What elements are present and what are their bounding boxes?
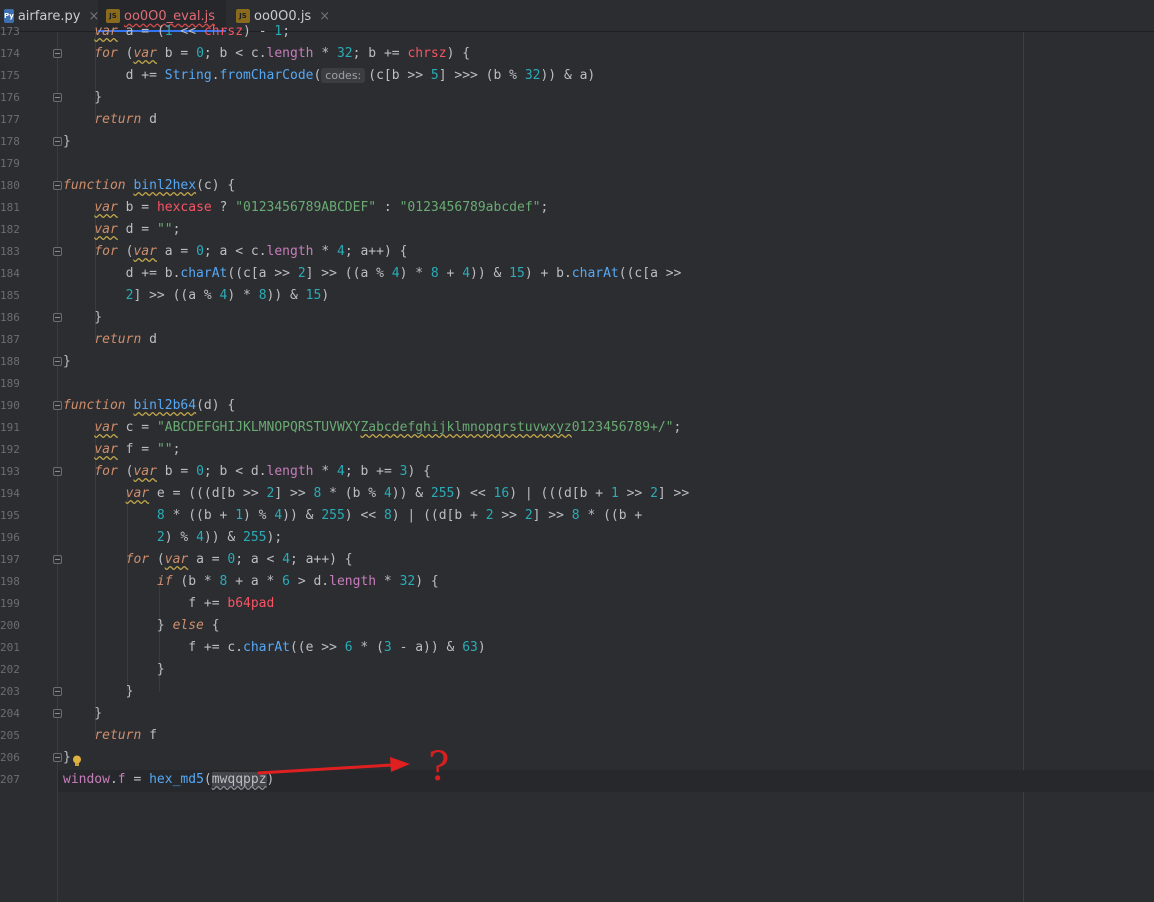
line-number: 193 — [0, 465, 20, 478]
code-text: return d — [94, 112, 157, 127]
fold-icon[interactable] — [53, 181, 62, 190]
line-number: 179 — [0, 157, 20, 170]
line-number: 190 — [0, 399, 20, 412]
code-text: } else { — [63, 618, 220, 633]
code-text: var d = ""; — [94, 222, 181, 237]
code-text: var f = ""; — [94, 442, 181, 457]
line-number: 187 — [0, 333, 20, 346]
line-number: 188 — [0, 355, 20, 368]
code-text: } — [63, 750, 71, 765]
code-text: function binl2hex(c) { — [63, 178, 236, 193]
line-number: 191 — [0, 421, 20, 434]
code-text: if (b * 8 + a * 6 > d.length * 32) { — [156, 574, 439, 589]
line-number: 189 — [0, 377, 20, 390]
code-text: window.f = hex_md5(mwqqppz) — [63, 772, 275, 787]
fold-icon[interactable] — [53, 357, 62, 366]
code-text: } — [63, 354, 71, 369]
fold-icon[interactable] — [53, 709, 62, 718]
line-number: 181 — [0, 201, 20, 214]
code-text: for (var a = 0; a < c.length * 4; a++) { — [94, 244, 408, 259]
lightbulb-icon[interactable] — [72, 755, 82, 767]
line-number: 206 — [0, 751, 20, 764]
code-text: 2) % 4)) & 255); — [156, 530, 283, 545]
fold-icon[interactable] — [53, 555, 62, 564]
code-text: d += String.fromCharCode(codes: (c[b >> 5… — [63, 68, 596, 83]
fold-icon[interactable] — [53, 467, 62, 476]
line-number: 176 — [0, 91, 20, 104]
line-number: 178 — [0, 135, 20, 148]
line-number: 175 — [0, 69, 20, 82]
line-number: 194 — [0, 487, 20, 500]
code-text: for (var b = 0; b < c.length * 32; b += … — [94, 46, 471, 61]
line-number: 186 — [0, 311, 20, 324]
parameter-hint: codes: — [321, 68, 366, 83]
line-number: 201 — [0, 641, 20, 654]
code-text: var b = hexcase ? "0123456789ABCDEF" : "… — [94, 200, 549, 215]
line-number: 205 — [0, 729, 20, 742]
code-text: } — [63, 90, 103, 105]
line-number: 182 — [0, 223, 20, 236]
line-number: 197 — [0, 553, 20, 566]
code-text: } — [63, 662, 165, 677]
fold-icon[interactable] — [53, 137, 62, 146]
fold-icon[interactable] — [53, 93, 62, 102]
code-text: } — [63, 706, 103, 721]
fold-icon[interactable] — [53, 313, 62, 322]
fold-icon[interactable] — [53, 49, 62, 58]
code-text: var c = "ABCDEFGHIJKLMNOPQRSTUVWXYZabcde… — [94, 420, 682, 435]
code-text: f += b64pad — [63, 596, 275, 611]
line-number: 192 — [0, 443, 20, 456]
line-number: 202 — [0, 663, 20, 676]
line-number: 180 — [0, 179, 20, 192]
line-number: 200 — [0, 619, 20, 632]
close-icon[interactable]: × — [319, 9, 330, 24]
code-text: f += c.charAt((e >> 6 * (3 - a)) & 63) — [63, 640, 486, 655]
code-text: d += b.charAt((c[a >> 2] >> ((a % 4) * 8… — [63, 266, 682, 281]
line-number: 196 — [0, 531, 20, 544]
fold-icon[interactable] — [53, 247, 62, 256]
code-editor[interactable]: 173 var a = (1 << chrsz) - 1; 174 for (v… — [0, 24, 1154, 902]
line-number: 207 — [0, 773, 20, 786]
line-number: 174 — [0, 47, 20, 60]
code-text: } — [63, 684, 134, 699]
line-number: 184 — [0, 267, 20, 280]
line-number: 195 — [0, 509, 20, 522]
line-number: 185 — [0, 289, 20, 302]
fold-icon[interactable] — [53, 753, 62, 762]
code-text: for (var b = 0; b < d.length * 4; b += 3… — [94, 464, 431, 479]
fold-icon[interactable] — [53, 401, 62, 410]
fold-icon[interactable] — [53, 687, 62, 696]
code-text: 2] >> ((a % 4) * 8)) & 15) — [125, 288, 330, 303]
line-number: 198 — [0, 575, 20, 588]
line-number: 199 — [0, 597, 20, 610]
line-number: 204 — [0, 707, 20, 720]
code-text: } — [63, 310, 103, 325]
line-number: 173 — [0, 25, 20, 38]
code-text: var e = (((d[b >> 2] >> 8 * (b % 4)) & 2… — [125, 486, 690, 501]
line-number: 183 — [0, 245, 20, 258]
code-text: return d — [94, 332, 157, 347]
code-text: function binl2b64(d) { — [63, 398, 236, 413]
code-text: var a = (1 << chrsz) - 1; — [94, 24, 291, 39]
code-text: for (var a = 0; a < 4; a++) { — [125, 552, 353, 567]
code-text: return f — [94, 728, 157, 743]
code-text: } — [63, 134, 71, 149]
line-number: 177 — [0, 113, 20, 126]
code-text: 8 * ((b + 1) % 4)) & 255) << 8) | ((d[b … — [156, 508, 643, 523]
line-number: 203 — [0, 685, 20, 698]
